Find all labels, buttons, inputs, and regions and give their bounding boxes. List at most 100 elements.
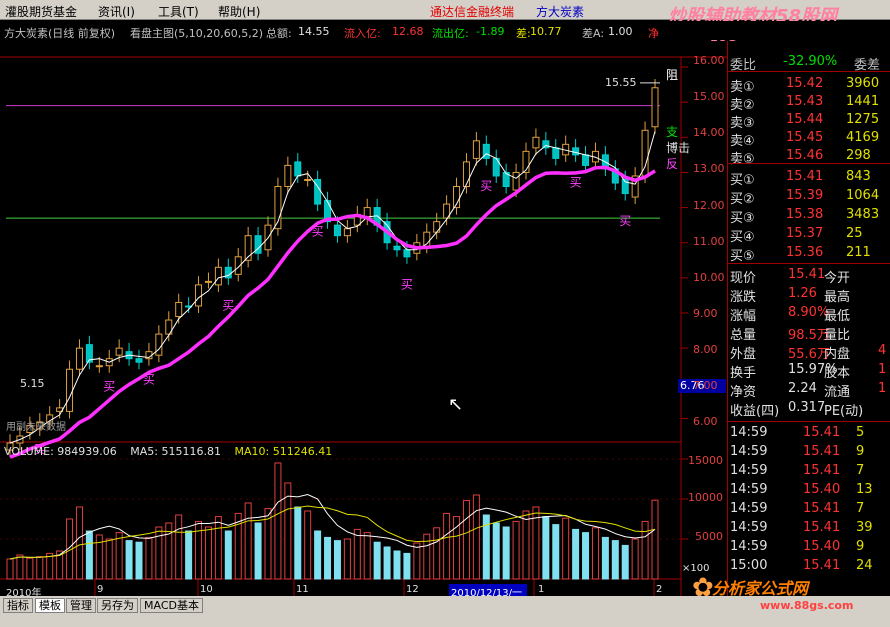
tick-row: 14:59 15.40 9 bbox=[728, 538, 890, 556]
candle-body bbox=[472, 140, 480, 159]
buy-row: 买③ 15.38 3483 bbox=[728, 206, 890, 226]
x-label-sep: 9 bbox=[97, 584, 104, 595]
tick-time: 15:00 bbox=[730, 558, 768, 573]
candle-body bbox=[552, 147, 560, 159]
tab-macd[interactable]: MACD基本 bbox=[140, 598, 203, 613]
buy-signal-marker: 买 bbox=[480, 179, 492, 193]
sell-level-label: 卖⑤ bbox=[730, 152, 755, 167]
sell-row: 卖① 15.42 3960 bbox=[728, 75, 890, 95]
app-window: { "menu":{"items":["灌股期货基金","资讯(I)","工具(… bbox=[0, 0, 890, 627]
outflow-label: 流出亿: bbox=[432, 27, 469, 40]
indicator-name: 看盘主图(5,10,20,60,5,2) bbox=[130, 27, 264, 40]
sell-row: 卖② 15.43 1441 bbox=[728, 93, 890, 113]
volume-bar bbox=[572, 528, 580, 580]
volume-bar bbox=[512, 520, 520, 580]
outflow-value: -1.89 bbox=[476, 25, 505, 38]
buy-price: 15.41 bbox=[786, 169, 824, 184]
menu-item-help[interactable]: 帮助(H) bbox=[218, 3, 260, 20]
volume-bar bbox=[254, 522, 262, 580]
volume-bar bbox=[582, 532, 590, 580]
x-label-feb: 2 bbox=[656, 584, 663, 595]
tick-time: 14:59 bbox=[730, 520, 768, 535]
price-tick: 13.00 bbox=[693, 162, 725, 175]
tick-row: 14:59 15.41 9 bbox=[728, 443, 890, 461]
candle-body bbox=[175, 301, 183, 318]
tick-volume: 13 bbox=[856, 482, 873, 497]
peak-price-label: 15.55 bbox=[605, 76, 637, 89]
tick-time: 14:59 bbox=[730, 463, 768, 478]
tick-row: 14:59 15.41 7 bbox=[728, 500, 890, 518]
candle-body bbox=[195, 284, 203, 307]
price-tick: 6.00 bbox=[693, 415, 718, 428]
sell-row: 卖④ 15.45 4169 bbox=[728, 129, 890, 149]
zu-label: 阻 bbox=[666, 68, 679, 82]
volume-bar bbox=[562, 517, 570, 580]
menu-item-tools[interactable]: 工具(T) bbox=[158, 3, 199, 20]
candle-body bbox=[393, 245, 401, 251]
volume-bar bbox=[492, 522, 500, 580]
candle-body bbox=[135, 358, 143, 363]
volume-bar bbox=[185, 530, 193, 580]
stat-label: 外盘 bbox=[730, 347, 757, 362]
volume-bar bbox=[75, 506, 83, 580]
stat-label: 总量 bbox=[730, 328, 757, 343]
stat-value: 0.317 bbox=[788, 400, 826, 415]
volume-tick: 5000 bbox=[695, 530, 723, 543]
tick-volume: 24 bbox=[856, 558, 873, 573]
tick-price: 15.41 bbox=[803, 520, 841, 535]
candle-body bbox=[284, 164, 292, 188]
diff-label: 差: bbox=[516, 27, 531, 40]
buy-price: 15.37 bbox=[786, 226, 824, 241]
stock-title: 方大炭素 bbox=[536, 5, 585, 19]
order-ratio-value: -32.90% bbox=[783, 54, 838, 69]
sell-volume: 3960 bbox=[846, 76, 880, 91]
price-tick: 15.00 bbox=[693, 90, 725, 103]
tick-row: 14:59 15.40 13 bbox=[728, 481, 890, 499]
watermark-88gs: 分析家公式网 bbox=[712, 579, 809, 598]
diffA-label: 差A: bbox=[582, 27, 605, 40]
x-label-oct: 10 bbox=[200, 584, 213, 595]
candle-body bbox=[532, 136, 540, 149]
tab-save-as[interactable]: 另存为 bbox=[97, 598, 138, 613]
tick-time: 14:59 bbox=[730, 539, 768, 554]
kline-chart[interactable]: 买买买买买买买 买买 bbox=[0, 41, 727, 596]
ma10-label: MA10: bbox=[234, 445, 270, 458]
stat-label: 换手 bbox=[730, 366, 757, 381]
stat-label: 涨幅 bbox=[730, 309, 757, 324]
stat-row: 总量 98.5万 量比 bbox=[728, 323, 890, 343]
volume-bar bbox=[343, 538, 351, 580]
candle-body bbox=[343, 228, 351, 237]
buy-price: 15.36 bbox=[786, 245, 824, 260]
x-label-dec: 12 bbox=[406, 584, 419, 595]
buy-signal-marker: 买 bbox=[222, 298, 234, 312]
price-tick: 11.00 bbox=[693, 235, 725, 248]
tab-manage[interactable]: 管理 bbox=[66, 598, 96, 613]
volume-bar bbox=[611, 540, 619, 580]
buy-signal-marker: 买 bbox=[143, 372, 155, 386]
volume-tick: 10000 bbox=[688, 491, 723, 504]
menu-item-news[interactable]: 资讯(I) bbox=[98, 3, 135, 20]
buy-volume: 211 bbox=[846, 245, 871, 260]
volume-bar bbox=[591, 527, 599, 580]
candle-body bbox=[433, 221, 441, 233]
stat-value-2: 1 bbox=[878, 362, 887, 377]
candle-body bbox=[582, 154, 590, 166]
volume-bar bbox=[542, 516, 550, 580]
menu-item-futures[interactable]: 灌股期货基金 bbox=[5, 3, 77, 20]
tick-volume: 5 bbox=[856, 425, 865, 440]
bo-label: 博击 bbox=[666, 141, 691, 155]
volume-bar bbox=[145, 536, 153, 580]
tick-price: 15.41 bbox=[803, 558, 841, 573]
tab-template[interactable]: 模板 bbox=[35, 598, 65, 613]
volume-bar bbox=[135, 541, 143, 580]
watermark-88gs-url: www.88gs.com bbox=[760, 599, 854, 612]
buy-signal-marker: 买 bbox=[103, 379, 115, 393]
stock-period: 方大炭素(日线 前复权) bbox=[4, 27, 116, 40]
volume-label: VOLUME: bbox=[4, 445, 54, 458]
tab-indicator[interactable]: 指标 bbox=[3, 598, 33, 613]
fan-label: 反 bbox=[666, 157, 679, 171]
stat-value: 1.26 bbox=[788, 286, 817, 301]
stat-label: 涨跌 bbox=[730, 290, 757, 305]
x-label-jan: 1 bbox=[538, 584, 545, 595]
buy-row: 买① 15.41 843 bbox=[728, 168, 890, 188]
